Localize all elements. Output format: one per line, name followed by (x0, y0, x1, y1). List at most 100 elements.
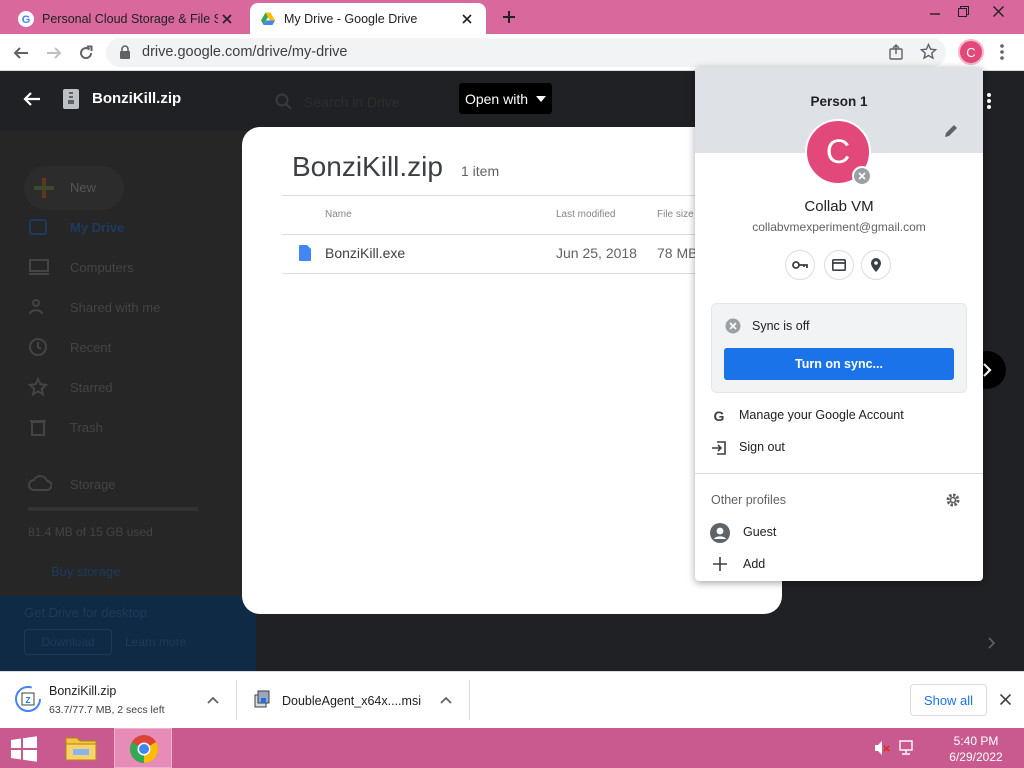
buy-storage-link[interactable]: Buy storage (51, 564, 120, 579)
turn-on-sync-button[interactable]: Turn on sync... (724, 348, 954, 380)
add-label: Add (743, 557, 766, 571)
account-name: Collab VM (804, 198, 874, 215)
divider (695, 473, 983, 474)
divider (282, 195, 742, 196)
download-item[interactable]: Z BonziKill.zip 63.7/77.7 MB, 2 secs lef… (0, 672, 236, 728)
close-tab-icon[interactable] (458, 10, 476, 28)
banner-download-button[interactable]: Download (24, 629, 112, 655)
chevron-up-icon[interactable] (207, 696, 219, 704)
sidebar-item-storage[interactable]: Storage (70, 477, 116, 492)
address-bar[interactable]: drive.google.com/drive/my-drive (106, 38, 946, 67)
more-vert-icon[interactable] (1000, 44, 1004, 60)
windows-start-icon[interactable] (10, 736, 38, 762)
sidebar-item-computers[interactable]: Computers (70, 260, 134, 275)
chevron-up-icon[interactable] (440, 696, 452, 704)
banner-learn-more-link[interactable]: Learn more (125, 635, 186, 649)
sign-out-icon (711, 440, 727, 456)
add-profile-item[interactable]: Add (695, 550, 983, 580)
close-tab-icon[interactable] (218, 10, 236, 28)
restore-button[interactable] (948, 0, 978, 22)
payment-methods-button[interactable] (824, 250, 854, 280)
show-all-button[interactable]: Show all (910, 684, 987, 716)
chevron-right-icon[interactable] (988, 637, 996, 649)
minimize-button[interactable] (920, 0, 950, 22)
zip-archive-icon: Z (15, 686, 41, 712)
open-with-button[interactable]: Open with (459, 83, 552, 114)
shared-icon (28, 297, 50, 319)
tab-my-drive[interactable]: My Drive - Google Drive (250, 3, 486, 34)
svg-text:G: G (714, 408, 725, 424)
drive-sidebar: New My Drive Computers Shared with me Re… (0, 131, 255, 671)
sidebar-item-recent[interactable]: Recent (70, 340, 111, 355)
open-with-label: Open with (464, 90, 529, 107)
clock-date[interactable]: 6/29/2022 (940, 750, 1012, 764)
zip-file-icon (63, 89, 79, 109)
new-tab-button[interactable] (496, 6, 522, 28)
tab-title: My Drive - Google Drive (284, 11, 418, 26)
sidebar-item-shared[interactable]: Shared with me (70, 300, 160, 315)
google-drive-icon (260, 11, 276, 27)
google-g-icon: G (711, 408, 727, 424)
chrome-taskbar-button[interactable] (114, 728, 172, 768)
browser-toolbar: drive.google.com/drive/my-drive C (0, 34, 1024, 71)
column-header-name[interactable]: Name (325, 209, 352, 220)
starred-icon (28, 377, 50, 399)
profile-avatar-button[interactable]: C (958, 39, 984, 65)
manage-account-item[interactable]: G Manage your Google Account (695, 401, 983, 431)
clock-time[interactable]: 5:40 PM (940, 734, 1012, 748)
svg-text:Z: Z (26, 696, 31, 705)
download-name: BonziKill.zip (49, 684, 117, 698)
zip-name: BonziKill.zip (292, 151, 443, 182)
sidebar-item-my-drive[interactable]: My Drive (70, 220, 124, 235)
credit-card-icon (832, 259, 846, 271)
profile-name: Person 1 (810, 94, 868, 109)
column-header-size[interactable]: File size (657, 209, 694, 220)
file-explorer-icon[interactable] (64, 732, 98, 764)
back-button[interactable] (8, 40, 34, 66)
volume-muted-icon[interactable] (874, 740, 890, 756)
tab-strip: G Personal Cloud Storage & File Sh My Dr… (0, 0, 1024, 34)
sidebar-item-starred[interactable]: Starred (70, 380, 113, 395)
gear-icon[interactable] (945, 492, 961, 508)
installer-package-icon (253, 690, 271, 708)
column-header-modified[interactable]: Last modified (556, 209, 615, 220)
reload-button[interactable] (73, 40, 99, 66)
lock-icon[interactable] (119, 45, 131, 59)
sidebar-item-trash[interactable]: Trash (70, 420, 103, 435)
more-vert-icon[interactable] (986, 92, 992, 110)
search-input[interactable]: Search in Drive (304, 94, 400, 110)
taskbar: 5:40 PM 6/29/2022 (0, 728, 1024, 768)
chevron-down-icon (536, 95, 547, 102)
search-icon[interactable] (275, 93, 293, 111)
plus-icon (713, 557, 729, 573)
sync-status-text: Sync is off (752, 319, 810, 333)
guest-profile-item[interactable]: Guest (695, 518, 983, 548)
bookmark-star-icon[interactable] (920, 43, 937, 60)
other-profiles-title: Other profiles (711, 493, 787, 507)
tab-title: Personal Cloud Storage & File Sh (42, 11, 218, 26)
new-button[interactable]: New (24, 166, 124, 210)
sign-out-item[interactable]: Sign out (695, 433, 983, 463)
manage-account-label: Manage your Google Account (739, 408, 904, 422)
downloads-bar: Z BonziKill.zip 63.7/77.7 MB, 2 secs lef… (0, 671, 1024, 728)
row-modified: Jun 25, 2018 (556, 245, 637, 261)
profile-menu: Person 1 C Collab VM collabvmexperiment@… (695, 67, 983, 581)
close-window-button[interactable] (980, 0, 1016, 22)
google-icon: G (18, 10, 34, 27)
edit-pencil-icon[interactable] (943, 123, 963, 143)
plus-icon (32, 176, 56, 200)
zip-item-count: 1 item (461, 163, 500, 179)
back-arrow-icon[interactable] (22, 89, 42, 109)
passwords-button[interactable] (785, 250, 815, 280)
new-label: New (70, 180, 97, 195)
sync-paused-badge-icon (852, 166, 872, 186)
download-item[interactable]: DoubleAgent_x64x....msi (237, 672, 469, 728)
close-icon[interactable] (1000, 694, 1011, 705)
addresses-button[interactable] (861, 250, 891, 280)
network-icon[interactable] (898, 740, 914, 756)
share-icon[interactable] (888, 44, 904, 60)
tab-personal-cloud-storage[interactable]: G Personal Cloud Storage & File Sh (8, 3, 246, 34)
download-status: 63.7/77.7 MB, 2 secs left (49, 704, 165, 716)
forward-button[interactable] (41, 40, 67, 66)
download-name: DoubleAgent_x64x....msi (282, 694, 421, 708)
